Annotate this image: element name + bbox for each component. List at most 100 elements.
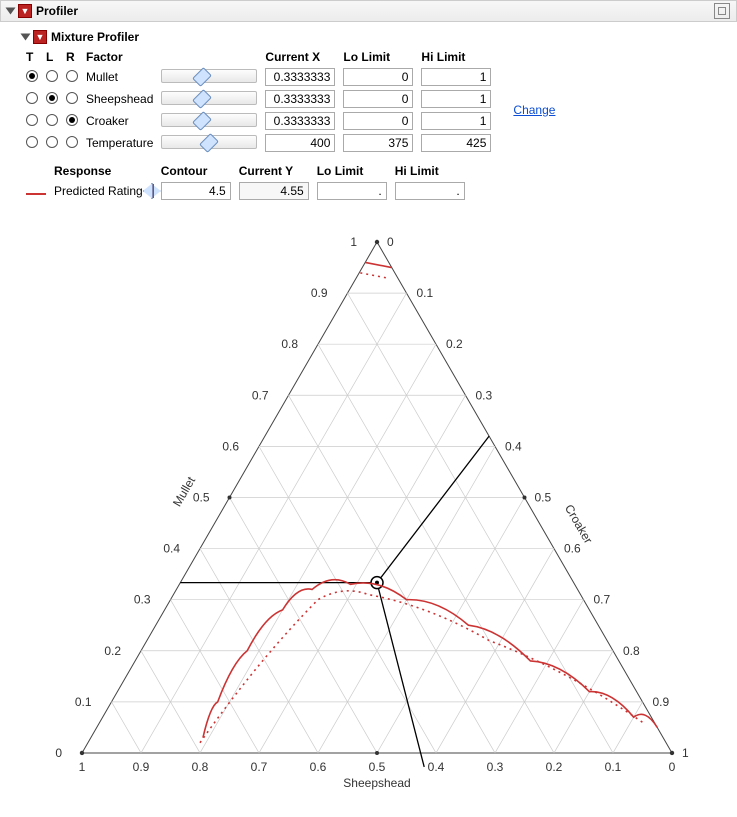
svg-text:0.7: 0.7: [252, 388, 269, 402]
svg-text:0.3: 0.3: [487, 760, 504, 774]
svg-text:0.6: 0.6: [564, 542, 581, 556]
factor-name: Temperature: [82, 132, 157, 154]
svg-text:0.7: 0.7: [594, 593, 611, 607]
svg-text:1: 1: [79, 760, 86, 774]
ternary-plot[interactable]: 0000.10.10.10.20.20.20.30.30.30.40.40.40…: [22, 212, 725, 805]
svg-text:0.6: 0.6: [310, 760, 327, 774]
profiler-title: Profiler: [36, 4, 78, 18]
svg-text:Croaker: Croaker: [562, 502, 595, 546]
mixture-profiler-header: ▼ Mixture Profiler: [22, 28, 725, 48]
factor-name: Mullet: [82, 66, 157, 88]
currenty-value: [239, 182, 309, 200]
svg-text:Sheepshead: Sheepshead: [343, 776, 410, 790]
response-slider[interactable]: [151, 183, 153, 199]
lolimit-input[interactable]: [343, 90, 413, 108]
svg-text:0.8: 0.8: [623, 644, 640, 658]
response-table: Response Contour Current Y Lo Limit Hi L…: [22, 162, 469, 202]
hilimit-input[interactable]: [421, 68, 491, 86]
col-lolimit2: Lo Limit: [313, 162, 391, 180]
col-hilimit: Hi Limit: [417, 48, 495, 66]
svg-text:0.4: 0.4: [163, 542, 180, 556]
radio[interactable]: [26, 114, 38, 126]
col-lolimit: Lo Limit: [339, 48, 417, 66]
red-triangle-menu[interactable]: ▼: [33, 30, 47, 44]
svg-text:1: 1: [350, 235, 357, 249]
hilimit-input[interactable]: [421, 134, 491, 152]
col-r: R: [62, 48, 82, 66]
col-contour: Contour: [157, 162, 235, 180]
hilimit-input[interactable]: [421, 90, 491, 108]
factor-slider[interactable]: [161, 135, 257, 149]
svg-text:0: 0: [669, 760, 676, 774]
factor-row: Sheepshead: [22, 88, 559, 110]
factor-slider[interactable]: [161, 69, 257, 83]
factor-slider[interactable]: [161, 91, 257, 105]
svg-text:0.3: 0.3: [476, 388, 493, 402]
factor-row: MulletChange: [22, 66, 559, 88]
svg-text:0.2: 0.2: [546, 760, 563, 774]
radio[interactable]: [66, 136, 78, 148]
response-hilimit-input[interactable]: [395, 182, 465, 200]
svg-text:0.1: 0.1: [605, 760, 622, 774]
svg-text:0.9: 0.9: [653, 695, 670, 709]
lolimit-input[interactable]: [343, 112, 413, 130]
profiler-header: ▼ Profiler: [0, 0, 737, 22]
currentx-input[interactable]: [265, 134, 335, 152]
radio[interactable]: [46, 136, 58, 148]
radio[interactable]: [46, 114, 58, 126]
response-lolimit-input[interactable]: [317, 182, 387, 200]
svg-text:0.5: 0.5: [369, 760, 386, 774]
hilimit-input[interactable]: [421, 112, 491, 130]
mixture-profiler-title: Mixture Profiler: [51, 30, 139, 44]
col-currenty: Current Y: [235, 162, 313, 180]
response-row: Predicted Rating: [22, 180, 469, 202]
svg-text:0.9: 0.9: [311, 286, 328, 300]
svg-text:0.3: 0.3: [134, 593, 151, 607]
factor-name: Croaker: [82, 110, 157, 132]
lolimit-input[interactable]: [343, 134, 413, 152]
factor-table: T L R Factor Current X Lo Limit Hi Limit…: [22, 48, 559, 154]
radio[interactable]: [66, 70, 78, 82]
svg-text:0.8: 0.8: [281, 337, 298, 351]
col-t: T: [22, 48, 42, 66]
contour-input[interactable]: [161, 182, 231, 200]
svg-text:0.2: 0.2: [104, 644, 121, 658]
factor-name: Sheepshead: [82, 88, 157, 110]
radio[interactable]: [26, 70, 38, 82]
response-name: Predicted Rating: [50, 180, 147, 202]
svg-text:0.2: 0.2: [446, 337, 463, 351]
radio[interactable]: [26, 136, 38, 148]
radio[interactable]: [66, 114, 78, 126]
col-response: Response: [50, 162, 147, 180]
factor-slider[interactable]: [161, 113, 257, 127]
col-hilimit2: Hi Limit: [391, 162, 469, 180]
disclosure-icon[interactable]: [6, 8, 16, 15]
col-currentx: Current X: [261, 48, 339, 66]
disclosure-icon[interactable]: [21, 34, 31, 41]
radio[interactable]: [46, 70, 58, 82]
radio[interactable]: [46, 92, 58, 104]
currentx-input[interactable]: [265, 68, 335, 86]
outline-structure-icon[interactable]: [714, 3, 730, 19]
lolimit-input[interactable]: [343, 68, 413, 86]
radio[interactable]: [66, 92, 78, 104]
svg-text:0: 0: [55, 746, 62, 760]
currentx-input[interactable]: [265, 90, 335, 108]
svg-text:1: 1: [682, 746, 689, 760]
radio[interactable]: [26, 92, 38, 104]
svg-text:0.7: 0.7: [251, 760, 268, 774]
svg-text:0.1: 0.1: [417, 286, 434, 300]
svg-text:0.1: 0.1: [75, 695, 92, 709]
svg-text:0.4: 0.4: [505, 439, 522, 453]
col-l: L: [42, 48, 62, 66]
svg-text:0: 0: [387, 235, 394, 249]
currentx-input[interactable]: [265, 112, 335, 130]
change-link[interactable]: Change: [513, 103, 555, 117]
factor-row: Temperature: [22, 132, 559, 154]
svg-text:0.5: 0.5: [535, 490, 552, 504]
factor-row: Croaker: [22, 110, 559, 132]
red-triangle-menu[interactable]: ▼: [18, 4, 32, 18]
response-color-swatch: [26, 193, 46, 195]
col-factor: Factor: [82, 48, 157, 66]
svg-text:0.5: 0.5: [193, 490, 210, 504]
